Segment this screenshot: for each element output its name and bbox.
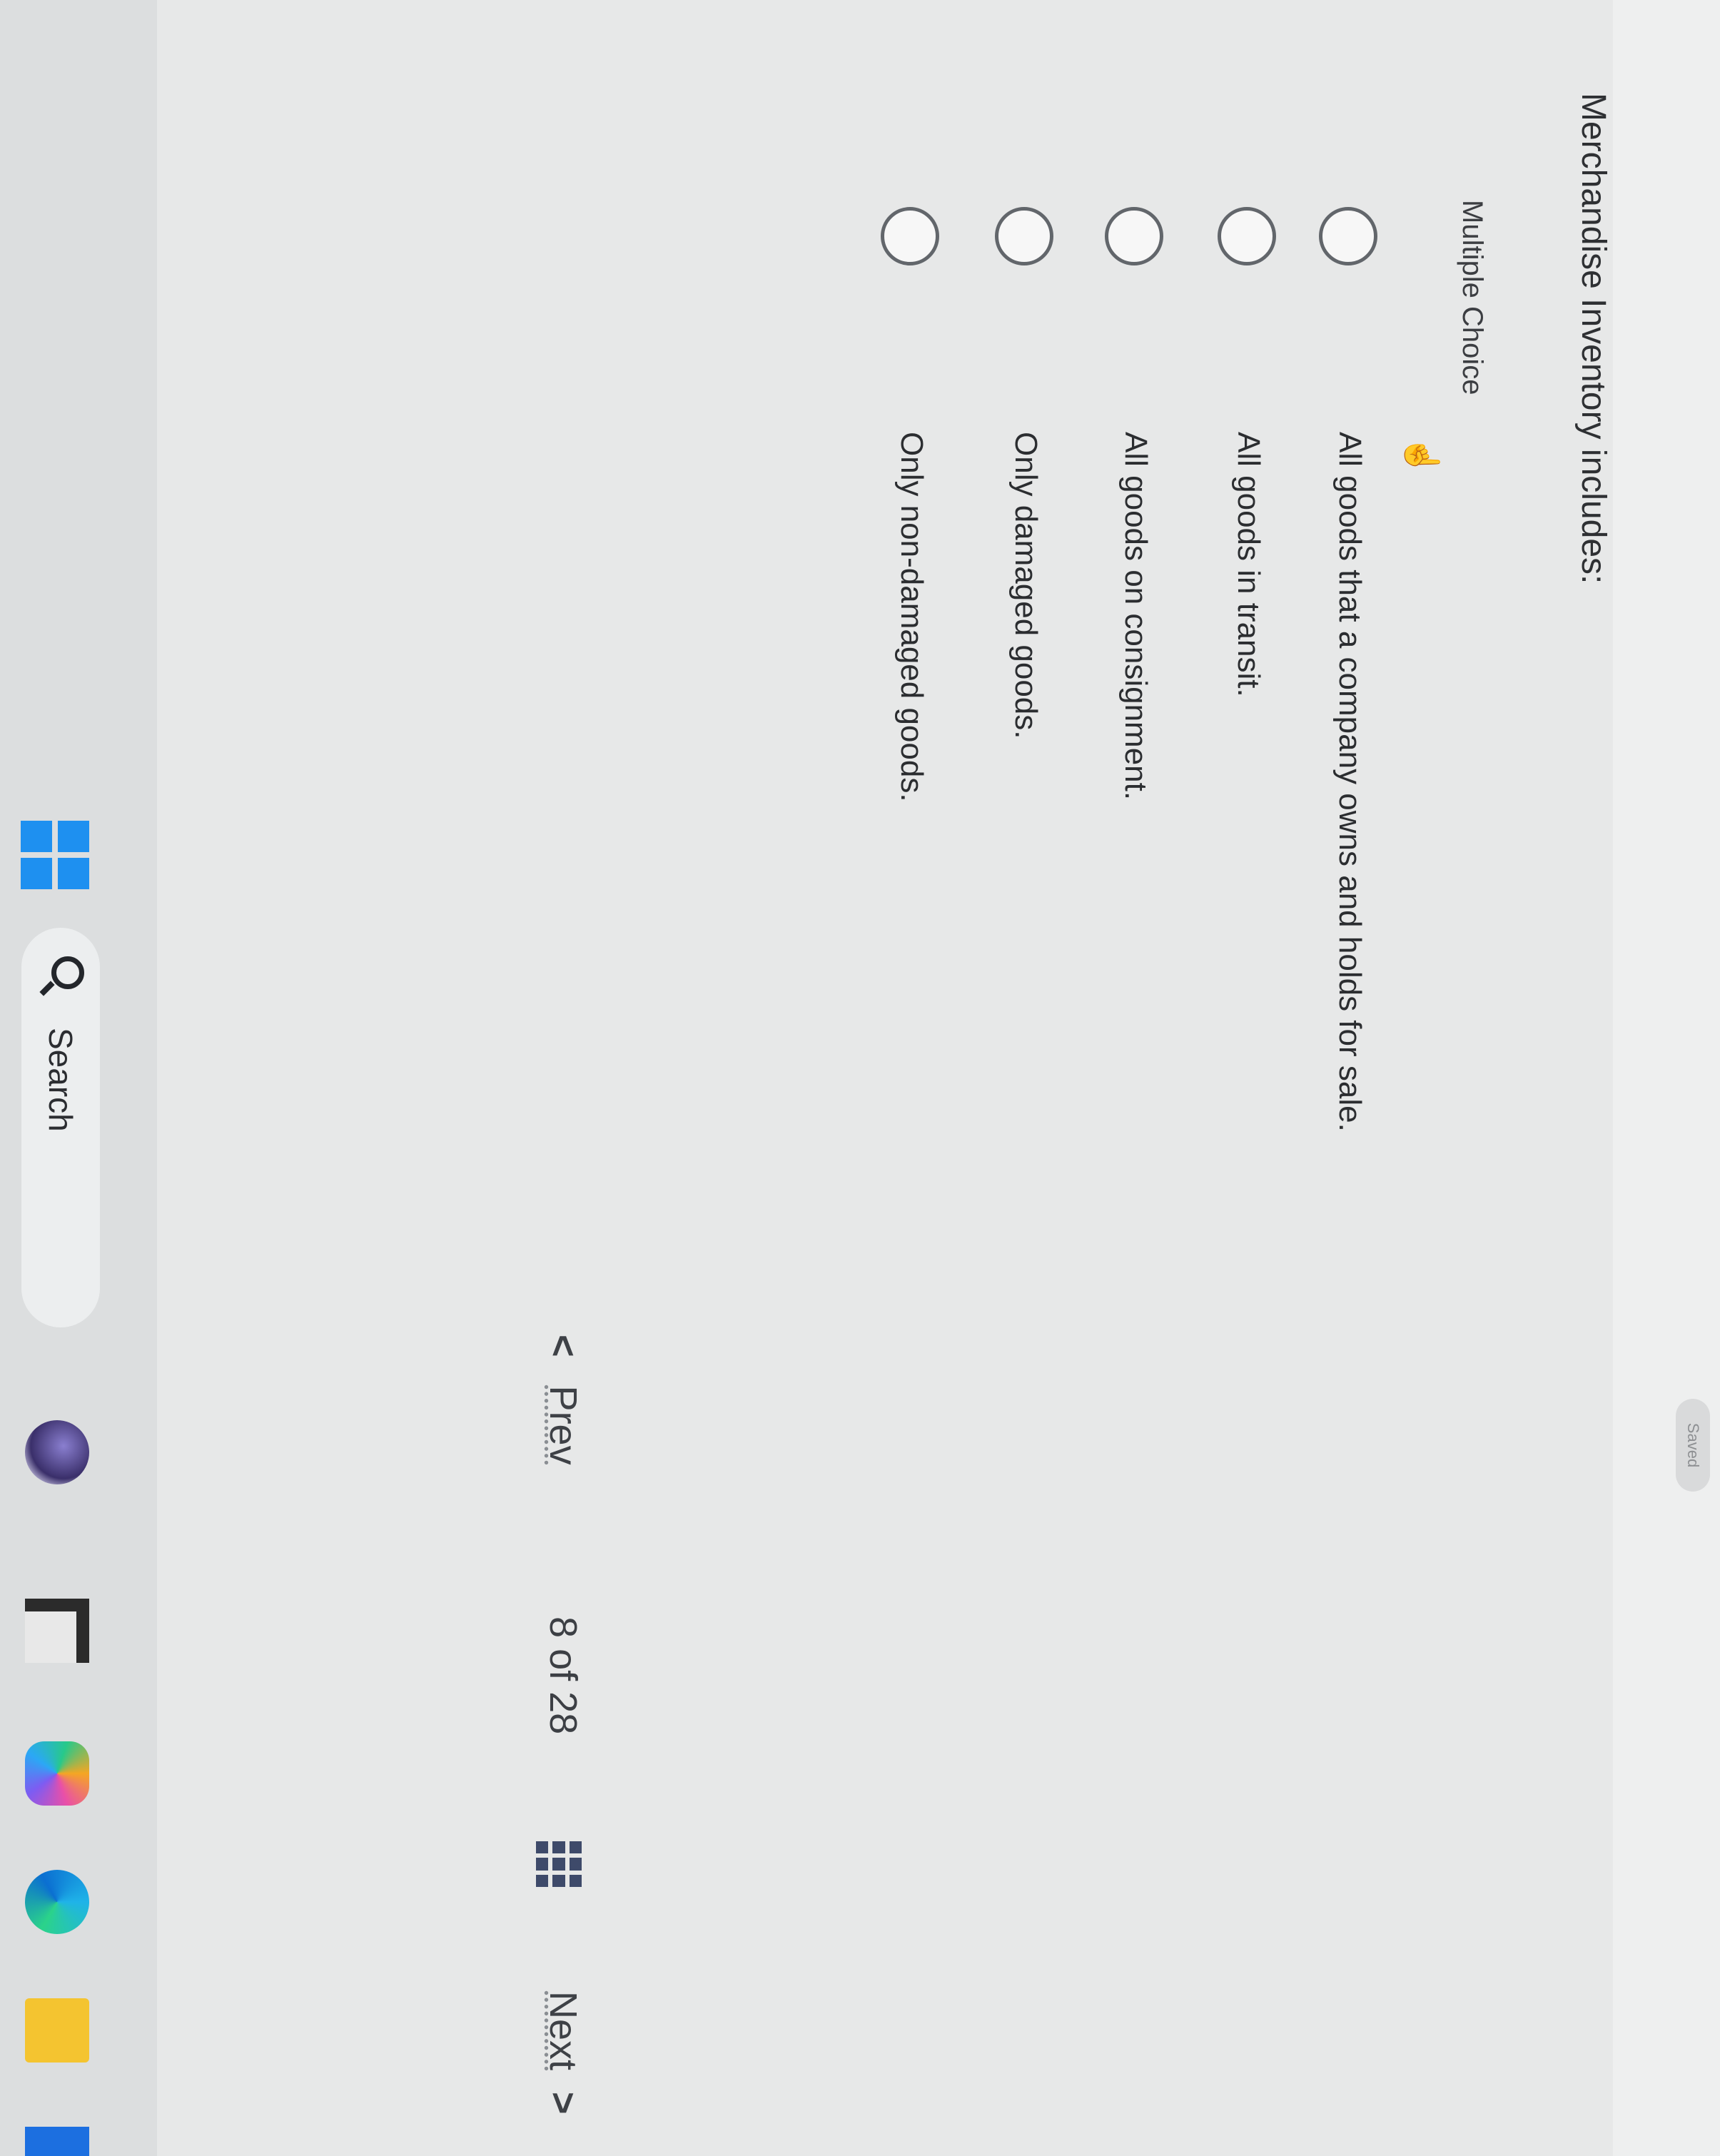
question-counter: 8 of 28 [541,1616,585,1734]
question-navigation: < Prev 8 of 28 Next > [507,0,614,2156]
windows-start-icon[interactable] [21,821,89,889]
radio-button[interactable] [881,207,939,265]
prev-button[interactable]: < Prev [541,1335,585,1465]
taskbar-search-box[interactable]: Search [21,928,100,1327]
choice-label[interactable]: Only non-damaged goods. [894,432,929,802]
radio-button[interactable] [1319,207,1377,265]
counter-total: 28 [542,1691,585,1735]
question-type-label: Multiple Choice [1457,200,1488,395]
store-icon[interactable] [25,2127,89,2156]
edge-browser-icon[interactable] [25,1870,89,1934]
search-icon [51,956,84,989]
prev-label[interactable]: Prev [542,1386,585,1465]
choice-option-2[interactable]: All goods in transit. [1205,207,1276,1420]
next-label[interactable]: Next [542,1991,585,2070]
windows-taskbar: Search [0,0,157,2156]
next-button[interactable]: Next > [541,1991,585,2115]
top-bar: Saved [1613,0,1720,2156]
radio-button[interactable] [1218,207,1276,265]
choice-label[interactable]: All goods on consignment. [1118,432,1153,800]
search-label[interactable]: Search [41,1028,80,1132]
counter-of: of [542,1649,585,1681]
photo-app-icon[interactable] [25,1420,89,1484]
hand-cursor-icon: ☝ [1404,435,1441,477]
choice-label[interactable]: All goods in transit. [1230,432,1266,697]
file-explorer-icon[interactable] [25,1599,89,1663]
saved-status-badge: Saved [1676,1399,1710,1492]
chevron-left-icon: < [542,1335,585,1357]
choice-label[interactable]: All goods that a company owns and holds … [1332,432,1367,1132]
counter-current: 8 [542,1616,585,1639]
choice-option-1[interactable]: All goods that a company owns and holds … [1306,207,1377,1420]
question-panel: Merchandise Inventory includes: Multiple… [171,57,1613,1556]
choice-label[interactable]: Only damaged goods. [1008,432,1043,739]
radio-button[interactable] [995,207,1053,265]
chevron-right-icon: > [542,2092,585,2115]
radio-button[interactable] [1105,207,1163,265]
folder-icon[interactable] [25,1998,89,2063]
choice-option-5[interactable]: Only non-damaged goods. [868,207,939,1420]
choice-option-3[interactable]: All goods on consignment. [1092,207,1163,1420]
rotated-screen: Saved Merchandise Inventory includes: Mu… [0,0,1720,2156]
copilot-icon[interactable] [25,1741,89,1806]
choice-option-4[interactable]: Only damaged goods. [982,207,1053,1420]
question-prompt: Merchandise Inventory includes: [1574,93,1612,584]
question-grid-icon[interactable] [536,1841,582,1887]
